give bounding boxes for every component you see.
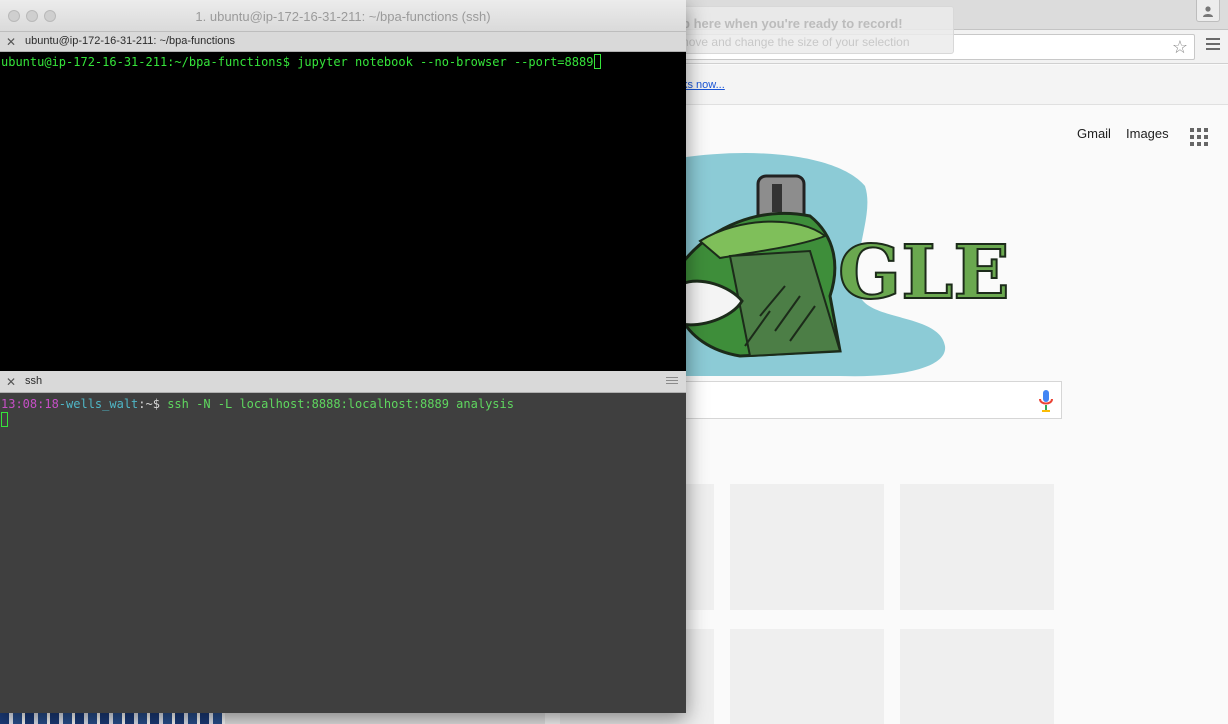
most-visited-tile[interactable] — [900, 629, 1054, 724]
microphone-icon[interactable] — [1039, 390, 1053, 412]
terminal-cursor — [594, 54, 602, 69]
bookmark-star-icon[interactable]: ☆ — [1172, 37, 1188, 57]
shell-prompt: ubuntu@ip-172-16-31-211:~/bpa-functions$ — [1, 55, 290, 69]
google-apps-icon[interactable] — [1190, 128, 1208, 146]
profile-button[interactable] — [1196, 0, 1220, 22]
desktop-background — [225, 712, 545, 724]
top-pane-tab[interactable]: ✕ ubuntu@ip-172-16-31-211: ~/bpa-functio… — [0, 32, 686, 52]
close-icon[interactable]: ✕ — [6, 34, 16, 50]
images-link[interactable]: Images — [1126, 126, 1169, 141]
gmail-link[interactable]: Gmail — [1077, 126, 1111, 141]
bottom-pane-tab[interactable]: ✕ ssh — [0, 371, 686, 393]
bottom-pane-label: ssh — [25, 375, 43, 387]
terminal-titlebar[interactable]: 1. ubuntu@ip-172-16-31-211: ~/bpa-functi… — [0, 0, 686, 32]
close-icon[interactable]: ✕ — [6, 374, 16, 390]
prompt-user: -wells_walt — [58, 397, 139, 411]
most-visited-tile[interactable] — [730, 629, 884, 724]
top-terminal-pane[interactable]: ubuntu@ip-172-16-31-211:~/bpa-functions$… — [0, 52, 686, 371]
window-title: 1. ubuntu@ip-172-16-31-211: ~/bpa-functi… — [195, 9, 491, 24]
terminal-window: 1. ubuntu@ip-172-16-31-211: ~/bpa-functi… — [0, 0, 686, 713]
google-search-input[interactable] — [640, 381, 1062, 419]
shell-command: ssh -N -L localhost:8888:localhost:8889 … — [159, 397, 514, 411]
prompt-path: :~ — [138, 397, 153, 411]
shell-command: jupyter notebook --no-browser --port=888… — [289, 55, 594, 69]
top-pane-label: ubuntu@ip-172-16-31-211: ~/bpa-functions — [25, 35, 236, 47]
desktop-wallpaper — [0, 712, 225, 724]
person-icon — [1203, 5, 1213, 17]
terminal-line: ubuntu@ip-172-16-31-211:~/bpa-functions$… — [1, 54, 602, 70]
screen: ☆ ks now... Gmail Images GLE Click up he… — [0, 0, 1228, 724]
most-visited-tile[interactable] — [900, 484, 1054, 610]
doodle-letters: GLE — [838, 230, 1010, 316]
pane-drag-handle-icon[interactable] — [666, 377, 678, 386]
chrome-menu-icon[interactable] — [1206, 38, 1220, 53]
terminal-line: 13:08:18-wells_walt:~$ ssh -N -L localho… — [1, 396, 514, 412]
bottom-terminal-pane[interactable]: 13:08:18-wells_walt:~$ ssh -N -L localho… — [0, 393, 686, 713]
terminal-cursor — [1, 412, 8, 427]
terminal-line — [1, 412, 8, 428]
prompt-dollar: $ — [152, 397, 160, 411]
prompt-time: 13:08:18 — [1, 397, 59, 411]
import-bookmarks-link[interactable]: ks now... — [682, 79, 725, 91]
most-visited-tile[interactable] — [730, 484, 884, 610]
google-doodle[interactable]: GLE — [640, 146, 1040, 378]
